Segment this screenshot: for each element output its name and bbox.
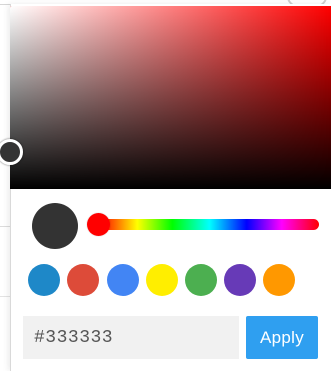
hex-input[interactable]	[23, 316, 239, 359]
background-divider	[0, 296, 10, 297]
hue-slider[interactable]	[100, 219, 319, 230]
swatch-red[interactable]	[67, 264, 99, 296]
saturation-value-area[interactable]	[10, 6, 331, 189]
swatch-blue[interactable]	[28, 264, 60, 296]
apply-button[interactable]: Apply	[246, 316, 318, 359]
background-divider	[0, 226, 10, 227]
hue-slider-handle[interactable]	[87, 213, 110, 236]
swatch-purple[interactable]	[224, 264, 256, 296]
swatch-green[interactable]	[185, 264, 217, 296]
swatch-light-blue[interactable]	[107, 264, 139, 296]
saturation-black-layer	[10, 6, 331, 189]
swatch-yellow[interactable]	[146, 264, 178, 296]
color-preview	[32, 203, 78, 249]
swatch-orange[interactable]	[263, 264, 295, 296]
